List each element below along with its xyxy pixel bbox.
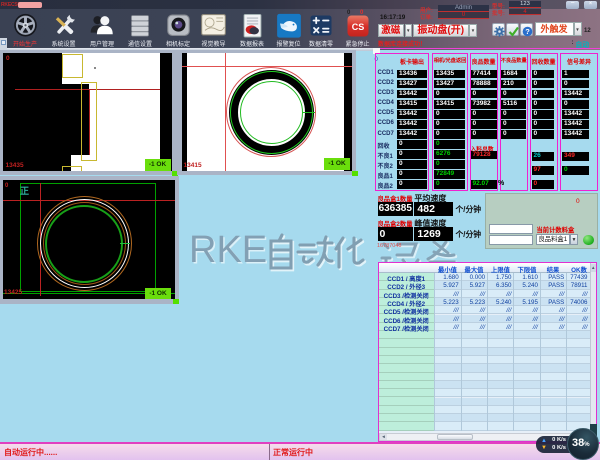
svg-text:?: ?: [525, 27, 530, 36]
svg-text:CS: CS: [351, 22, 364, 32]
